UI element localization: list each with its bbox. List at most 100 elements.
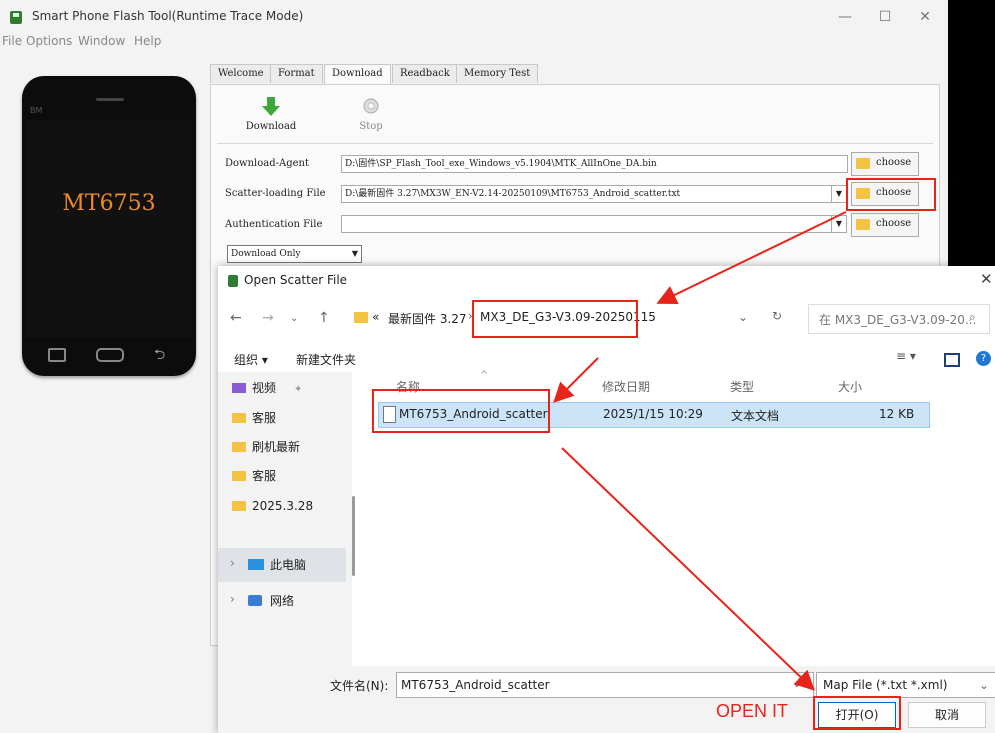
stop-icon <box>363 98 379 114</box>
cancel-button[interactable]: 取消 <box>908 702 986 728</box>
phone-speaker <box>96 98 124 101</box>
folder-icon <box>232 471 246 481</box>
breadcrumb-parent[interactable]: 最新固件 3.27 <box>388 310 467 327</box>
navigation-pane: 视频 ✦ 客服 刷机最新 客服 2025.3.28 › 此电脑 › 网络 <box>218 372 352 686</box>
back-key-icon: ⮌ <box>154 347 166 363</box>
expand-chevron-icon: › <box>230 592 235 606</box>
app-icon <box>10 11 22 24</box>
up-arrow-icon[interactable]: ↑ <box>318 310 330 326</box>
menu-bar: File Options Window Help <box>0 34 948 52</box>
tab-memory-test[interactable]: Memory Test <box>456 64 539 83</box>
menu-file[interactable]: File <box>2 34 22 48</box>
stop-button[interactable]: Stop <box>351 95 391 135</box>
folder-icon <box>232 501 246 511</box>
column-size[interactable]: 大小 <box>838 378 862 395</box>
nav-item-2025-3-28[interactable]: 2025.3.28 <box>232 492 313 520</box>
nav-item-network[interactable]: › 网络 <box>218 586 346 614</box>
tab-welcome[interactable]: Welcome <box>210 64 272 83</box>
dialog-toolbar: 组织 ▾ 新建文件夹 ≡ ▾ ? <box>218 346 995 372</box>
folder-icon <box>354 312 368 323</box>
file-type-select[interactable]: Map File (*.txt *.xml) ⌄ <box>816 672 995 698</box>
highlight-scatter-file <box>372 389 550 433</box>
menu-options[interactable]: Options <box>26 34 72 48</box>
scatter-file-label: Scatter-loading File <box>225 188 326 199</box>
choose-download-agent-button[interactable]: choose <box>851 152 919 176</box>
filename-input[interactable]: MT6753_Android_scatter <box>396 672 814 698</box>
search-placeholder: 在 MX3_DE_G3-V3.09-20... <box>819 313 977 327</box>
recent-dropdown-icon[interactable]: ⌄ <box>290 313 298 324</box>
highlight-open-button <box>813 696 901 730</box>
highlight-choose-scatter <box>846 178 936 211</box>
expand-chevron-icon: › <box>230 556 235 570</box>
tab-bar: Welcome Format Download Readback Memory … <box>210 64 938 85</box>
pin-icon: ✦ <box>294 384 303 395</box>
phone-brand: BM <box>30 106 43 115</box>
back-arrow-icon[interactable]: ← <box>230 310 242 326</box>
window-title: Smart Phone Flash Tool(Runtime Trace Mod… <box>32 9 304 23</box>
dialog-title: Open Scatter File <box>244 273 348 287</box>
nav-scrollbar[interactable] <box>352 496 355 576</box>
auth-dropdown-icon[interactable]: ▼ <box>831 215 847 233</box>
divider <box>217 143 933 144</box>
video-folder-icon <box>232 383 246 393</box>
organize-menu[interactable]: 组织 ▾ <box>234 351 268 368</box>
column-type[interactable]: 类型 <box>730 378 754 395</box>
folder-icon <box>232 442 246 452</box>
download-label: Download <box>245 121 297 132</box>
file-type: 文本文档 <box>731 409 780 423</box>
auth-file-field[interactable] <box>341 215 834 233</box>
search-icon: ⌕ <box>969 310 976 324</box>
download-agent-label: Download-Agent <box>225 158 309 169</box>
phone-screen <box>26 120 192 338</box>
menu-window[interactable]: Window <box>78 34 125 48</box>
file-size: 12 KB <box>879 407 915 421</box>
dialog-close-icon[interactable]: ✕ <box>980 270 993 288</box>
address-dropdown-icon[interactable]: ⌄ <box>738 310 748 324</box>
folder-icon <box>856 158 870 169</box>
new-folder-button[interactable]: 新建文件夹 <box>296 351 356 368</box>
close-button[interactable]: ✕ <box>910 6 940 28</box>
download-agent-field[interactable]: D:\固件\SP_Flash_Tool_exe_Windows_v5.1904\… <box>341 155 848 173</box>
computer-icon <box>248 559 264 570</box>
search-box[interactable]: 在 MX3_DE_G3-V3.09-20... ⌕ <box>808 304 990 334</box>
download-mode-select[interactable]: Download Only ▼ <box>227 245 362 263</box>
tab-readback[interactable]: Readback <box>392 64 458 83</box>
nav-item-this-pc[interactable]: › 此电脑 <box>218 548 346 582</box>
nav-item-support-2[interactable]: 客服 <box>232 462 276 490</box>
chip-model-label: MT6753 <box>62 191 156 216</box>
forward-arrow-icon[interactable]: → <box>262 310 274 326</box>
tab-format[interactable]: Format <box>270 64 323 83</box>
auth-file-label: Authentication File <box>225 219 323 230</box>
folder-icon <box>232 413 246 423</box>
file-date: 2025/1/15 10:29 <box>603 407 703 421</box>
nav-item-support[interactable]: 客服 <box>232 404 276 432</box>
menu-help[interactable]: Help <box>134 34 161 48</box>
network-icon <box>248 595 262 606</box>
select-arrow-icon: ▼ <box>351 249 358 258</box>
stop-label: Stop <box>359 121 383 132</box>
help-icon[interactable]: ? <box>976 351 991 366</box>
maximize-button[interactable]: ☐ <box>870 6 900 28</box>
home-key-icon <box>96 348 124 362</box>
title-bar: Smart Phone Flash Tool(Runtime Trace Mod… <box>0 0 948 34</box>
scatter-dropdown-icon[interactable]: ▼ <box>831 185 847 203</box>
choose-auth-button[interactable]: choose <box>851 213 919 237</box>
dialog-app-icon <box>228 275 238 287</box>
nav-item-latest-flash[interactable]: 刷机最新 <box>232 433 300 461</box>
tab-download[interactable]: Download <box>324 64 391 85</box>
column-date[interactable]: 修改日期 <box>602 378 650 395</box>
minimize-button[interactable]: — <box>830 6 860 28</box>
view-menu-icon[interactable]: ≡ ▾ <box>896 349 916 363</box>
select-arrow-icon: ⌄ <box>978 678 989 692</box>
nav-item-videos[interactable]: 视频 ✦ <box>232 374 302 402</box>
highlight-breadcrumb <box>472 300 638 338</box>
preview-pane-icon[interactable] <box>944 353 960 367</box>
open-it-annotation: OPEN IT <box>716 701 789 721</box>
filename-dropdown-icon[interactable]: ⌄ <box>792 676 802 690</box>
breadcrumb-overflow[interactable]: « <box>372 310 379 324</box>
folder-icon <box>856 219 870 230</box>
filename-label: 文件名(N): <box>330 679 389 693</box>
download-button[interactable]: Download <box>241 95 301 135</box>
refresh-icon[interactable]: ↻ <box>772 309 782 323</box>
scatter-file-field[interactable]: D:\最新固件 3.27\MX3W_EN-V2.14-20250109\MT67… <box>341 185 834 203</box>
